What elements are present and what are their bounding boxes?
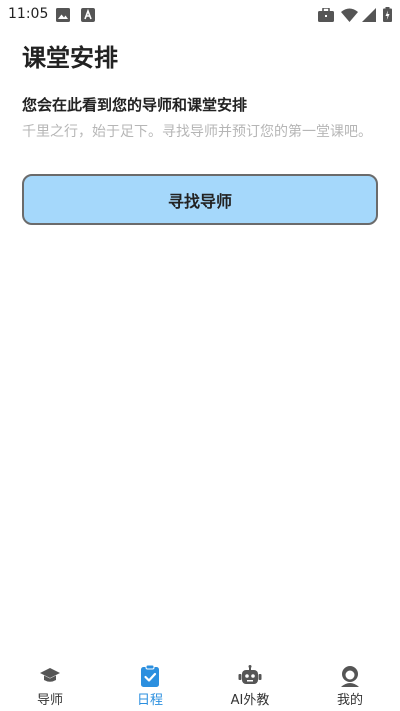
status-bar: 11:05 [0,0,400,28]
signal-icon [362,7,376,26]
clipboard-check-icon [138,664,162,688]
robot-icon [238,664,262,688]
tab-label: 导师 [36,693,63,708]
tab-ai-tutor[interactable]: AI外教 [200,656,300,711]
tab-label: 我的 [336,693,363,708]
page-title: 课堂安排 [22,44,118,72]
graduation-cap-icon [38,664,62,688]
user-icon [338,664,362,688]
tab-tutors[interactable]: 导师 [0,656,100,711]
image-icon [56,7,70,26]
tab-label: AI外教 [230,693,270,708]
wifi-icon [341,7,358,26]
empty-state-title: 您会在此看到您的导师和课堂安排 [22,96,248,114]
status-time: 11:05 [8,6,49,22]
tab-schedule[interactable]: 日程 [100,656,200,711]
briefcase-icon [318,7,334,26]
tab-label: 日程 [136,693,163,708]
tab-me[interactable]: 我的 [300,656,400,711]
bottom-tab-bar: 导师 日程 AI外教 我的 [0,656,400,711]
find-tutor-button[interactable]: 寻找导师 [22,174,378,225]
empty-state-description: 千里之行，始于足下。寻找导师并预订您的第一堂课吧。 [22,124,372,140]
battery-charging-icon [383,7,392,26]
a-letter-icon [81,7,95,26]
